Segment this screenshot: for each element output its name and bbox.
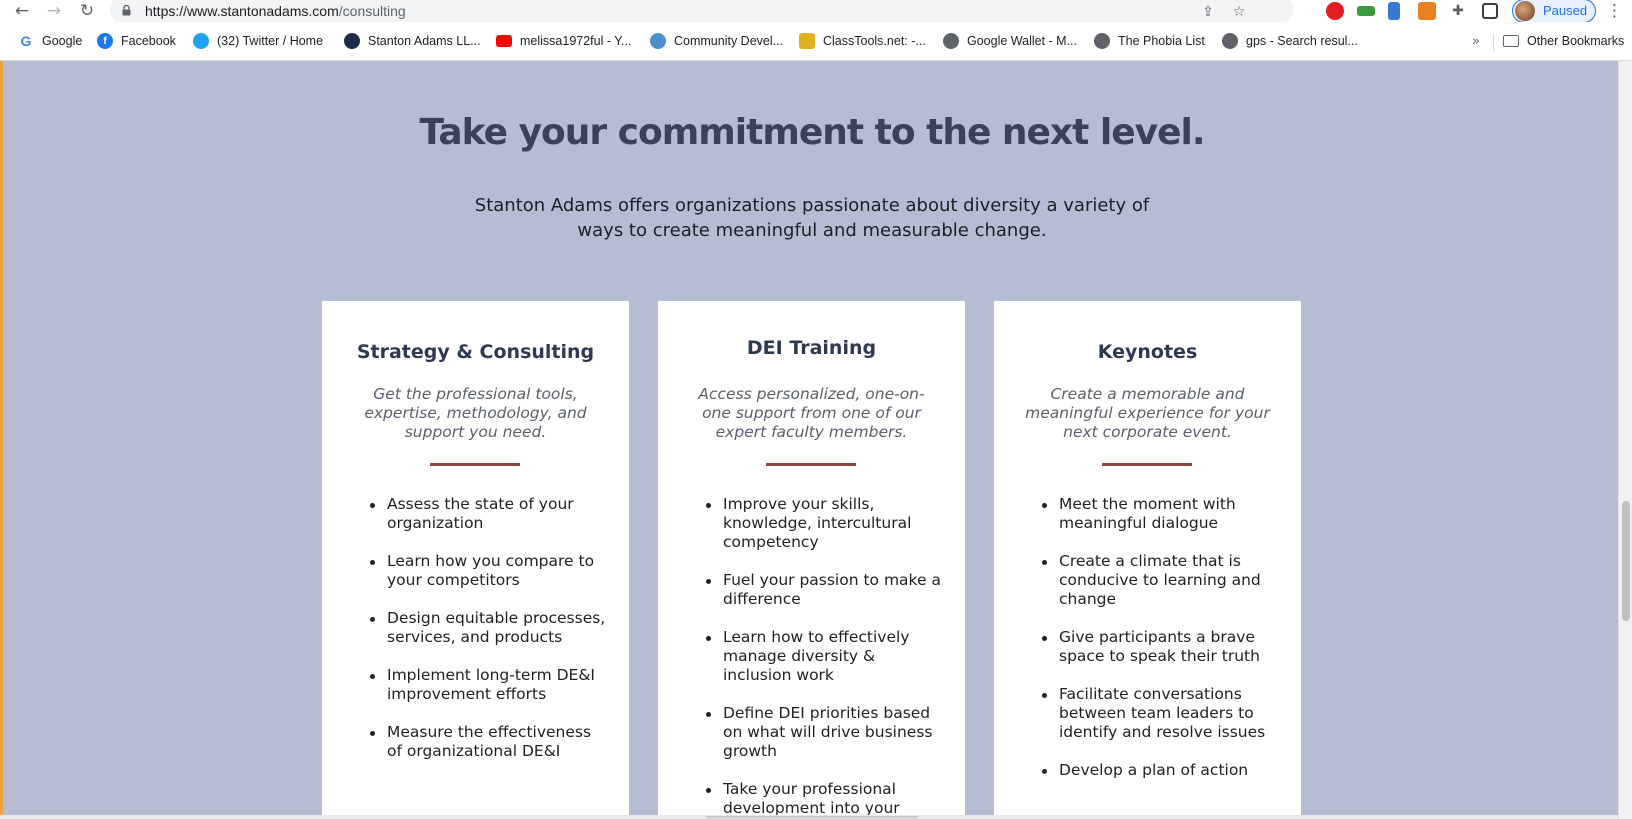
- share-icon[interactable]: ⇪: [1198, 3, 1218, 21]
- profile-button[interactable]: Paused: [1512, 0, 1596, 23]
- divider: [0, 61, 3, 819]
- list-item: Fuel your passion to make a difference: [706, 571, 946, 609]
- list-item: Assess the state of your organization: [370, 495, 610, 533]
- card-title: Keynotes: [1097, 341, 1198, 363]
- menu-icon[interactable]: ⋮: [1606, 1, 1623, 21]
- bookmark-label: Community Devel...: [674, 34, 784, 48]
- money-extension-icon[interactable]: [1357, 6, 1375, 16]
- divider: [1493, 34, 1494, 52]
- bookmark-stanton-adams[interactable]: Stanton Adams LL...: [344, 32, 481, 50]
- bookmark-facebook[interactable]: f Facebook: [97, 32, 176, 50]
- card-feature-list: Meet the moment with meaningful dialogue…: [1042, 495, 1282, 799]
- bookmark-label: Google Wallet - M...: [967, 34, 1077, 48]
- youtube-icon: [496, 35, 512, 47]
- divider: [766, 463, 856, 466]
- bookmark-classtools[interactable]: ClassTools.net: -...: [799, 32, 926, 50]
- metamask-extension-icon[interactable]: [1418, 2, 1436, 20]
- card-dei-training: DEI Training Access personalized, one-on…: [658, 301, 965, 819]
- google-icon: G: [18, 33, 34, 49]
- card-feature-list: Improve your skills, knowledge, intercul…: [706, 495, 946, 819]
- list-item: Meet the moment with meaningful dialogue: [1042, 495, 1282, 533]
- list-item: Create a climate that is conducive to le…: [1042, 552, 1282, 609]
- browser-toolbar: ← → ↻ https://www.stantonadams.com/consu…: [0, 0, 1632, 24]
- bookmark-label: Facebook: [121, 34, 176, 48]
- bookmark-google-wallet[interactable]: Google Wallet - M...: [943, 32, 1077, 50]
- list-item: Measure the effectiveness of organizatio…: [370, 723, 610, 761]
- address-bar[interactable]: https://www.stantonadams.com/consulting …: [110, 0, 1293, 24]
- card-description: Access personalized, one-on-one support …: [698, 385, 925, 441]
- globe-icon: [1222, 33, 1238, 49]
- classtools-icon: [799, 33, 815, 49]
- url-path: /consulting: [338, 3, 406, 19]
- vertical-scrollbar[interactable]: [1618, 61, 1632, 819]
- side-panel-icon[interactable]: [1482, 3, 1498, 19]
- more-bookmarks-icon[interactable]: »: [1472, 34, 1480, 49]
- card-feature-list: Assess the state of your organization Le…: [370, 495, 610, 780]
- community-icon: [650, 33, 666, 49]
- bookmark-label: Stanton Adams LL...: [368, 34, 481, 48]
- card-title: Strategy & Consulting: [356, 341, 595, 363]
- bookmark-gps-search[interactable]: gps - Search resul...: [1222, 32, 1358, 50]
- scrollbar-thumb[interactable]: [706, 816, 918, 818]
- avatar: [1515, 1, 1535, 21]
- card-title: DEI Training: [746, 337, 877, 359]
- bookmark-label: melissa1972ful - Y...: [520, 34, 632, 48]
- page-viewport: Take your commitment to the next level. …: [0, 61, 1632, 819]
- list-item: Learn how you compare to your competitor…: [370, 552, 610, 590]
- list-item: Implement long-term DE&I improvement eff…: [370, 666, 610, 704]
- reload-icon[interactable]: ↻: [75, 0, 99, 22]
- star-icon[interactable]: ☆: [1229, 3, 1249, 21]
- globe-icon: [943, 33, 959, 49]
- card-strategy-consulting: Strategy & Consulting Get the profession…: [322, 301, 629, 819]
- list-item: Learn how to effectively manage diversit…: [706, 628, 946, 685]
- bookmark-label: (32) Twitter / Home: [217, 34, 324, 48]
- url-host: https://www.stantonadams.com: [145, 3, 339, 19]
- scrollbar-thumb[interactable]: [1622, 501, 1630, 621]
- card-keynotes: Keynotes Create a memorable and meaningf…: [994, 301, 1301, 819]
- list-item: Facilitate conversations between team le…: [1042, 685, 1282, 742]
- bookmark-label: Google: [42, 34, 83, 48]
- back-icon[interactable]: ←: [10, 0, 34, 22]
- url-text: https://www.stantonadams.com/consulting: [145, 3, 406, 19]
- card-description: Create a memorable and meaningful experi…: [1025, 385, 1270, 441]
- document-extension-icon[interactable]: [1388, 2, 1400, 20]
- list-item: Develop a plan of action: [1042, 761, 1282, 780]
- divider: [430, 463, 520, 466]
- twitter-icon: [193, 33, 209, 49]
- bookmarks-bar: G Google f Facebook (32) Twitter / Home …: [0, 22, 1632, 61]
- lock-icon: [122, 5, 131, 16]
- list-item: Take your professional development into …: [706, 780, 946, 818]
- bookmark-community[interactable]: Community Devel...: [650, 32, 783, 50]
- page-headline: Take your commitment to the next level.: [419, 112, 1205, 153]
- stanton-adams-icon: [344, 33, 360, 49]
- facebook-icon: f: [97, 33, 113, 49]
- list-item: Give participants a brave space to speak…: [1042, 628, 1282, 666]
- list-item: Design equitable processes, services, an…: [370, 609, 610, 647]
- bookmark-phobia-list[interactable]: The Phobia List: [1094, 32, 1205, 50]
- bookmark-twitter[interactable]: (32) Twitter / Home: [193, 32, 323, 50]
- bookmark-label: The Phobia List: [1118, 34, 1205, 48]
- divider: [1102, 463, 1192, 466]
- card-description: Get the professional tools, expertise, m…: [364, 385, 587, 441]
- bookmark-youtube[interactable]: melissa1972ful - Y...: [496, 32, 631, 50]
- list-item: Improve your skills, knowledge, intercul…: [706, 495, 946, 552]
- other-bookmarks[interactable]: Other Bookmarks: [1503, 32, 1624, 50]
- globe-icon: [1094, 33, 1110, 49]
- horizontal-scrollbar[interactable]: [0, 815, 1618, 819]
- folder-icon: [1503, 35, 1519, 47]
- list-item: Define DEI priorities based on what will…: [706, 704, 946, 761]
- page-subhead: Stanton Adams offers organizations passi…: [474, 195, 1150, 241]
- bookmark-google[interactable]: G Google: [18, 32, 82, 50]
- forward-icon[interactable]: →: [42, 0, 66, 22]
- bookmark-label: ClassTools.net: -...: [823, 34, 926, 48]
- bookmark-label: gps - Search resul...: [1246, 34, 1358, 48]
- other-bookmarks-label: Other Bookmarks: [1527, 34, 1625, 48]
- extensions-puzzle-icon[interactable]: ✚: [1448, 2, 1468, 20]
- profile-status: Paused: [1543, 3, 1588, 18]
- opera-extension-icon[interactable]: [1326, 2, 1344, 20]
